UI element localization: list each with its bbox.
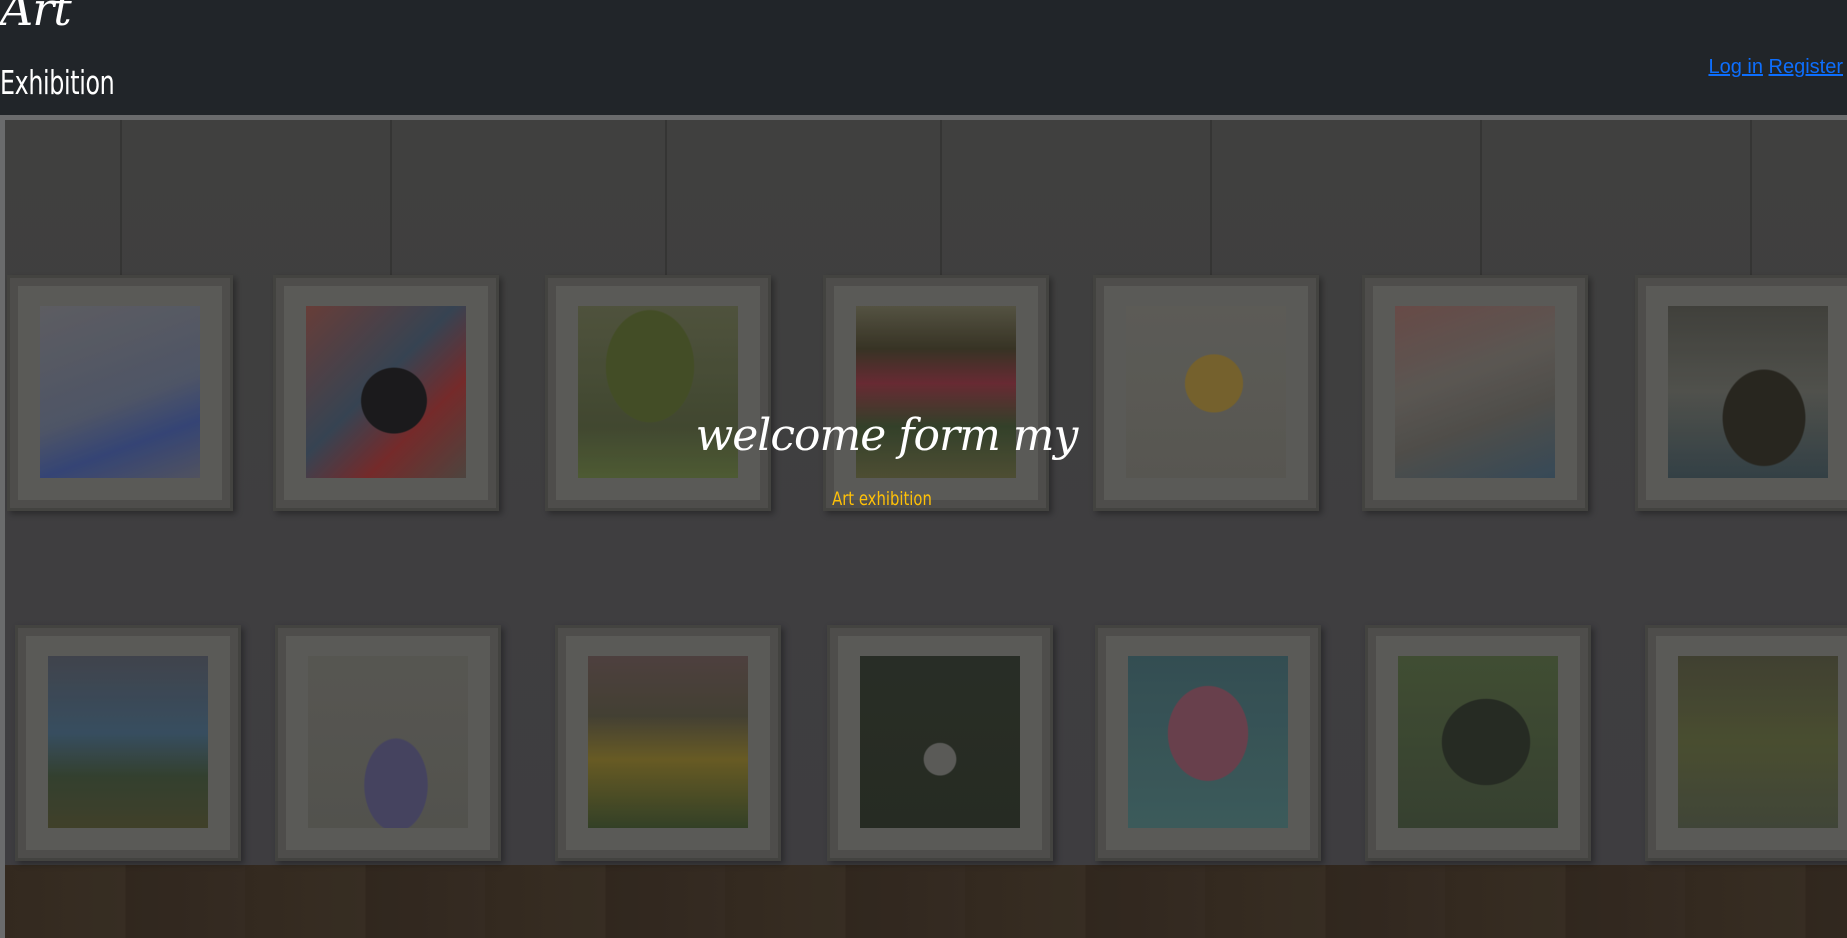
logo-script[interactable]: Art [0, 0, 72, 32]
register-link[interactable]: Register [1769, 56, 1843, 78]
auth-links: Log in Register [1708, 57, 1843, 77]
hero-title: welcome form my [695, 410, 1079, 461]
hero-overlay [5, 120, 1847, 938]
hero-banner [0, 115, 1847, 938]
hero-subtitle: Art exhibition [0, 490, 1763, 509]
site-header: Art Exhibition Log in Register [0, 0, 1847, 115]
login-link[interactable]: Log in [1708, 56, 1763, 78]
logo-title[interactable]: Exhibition [0, 66, 115, 99]
hero-subtitle-text: Art exhibition [831, 488, 932, 510]
